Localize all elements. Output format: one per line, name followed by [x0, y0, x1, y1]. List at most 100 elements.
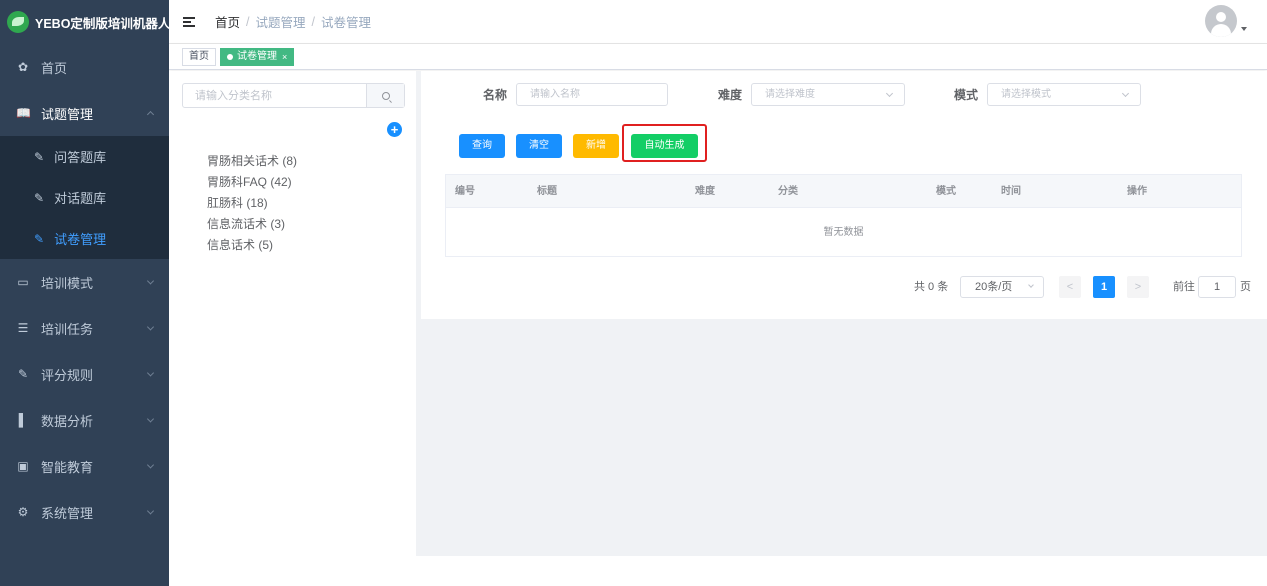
breadcrumb-exam-management: 试卷管理	[321, 16, 372, 30]
sidebar-item-label: 数据分析	[41, 413, 94, 429]
hamburger-icon[interactable]	[183, 16, 195, 27]
mode-select-placeholder: 请选择模式	[1001, 89, 1051, 100]
caret-down-icon[interactable]	[1241, 27, 1247, 31]
close-icon[interactable]: ×	[282, 49, 287, 65]
highlight-box	[622, 124, 707, 162]
sidebar-item-exam-management[interactable]: ✎ 试卷管理	[0, 218, 169, 259]
chevron-down-icon	[146, 415, 155, 423]
avatar[interactable]	[1205, 5, 1237, 37]
breadcrumb-separator: /	[246, 14, 250, 29]
tree-node[interactable]: 信息流话术 (3)	[207, 214, 297, 235]
chevron-down-icon	[1121, 89, 1130, 98]
logo[interactable]: YEBO定制版培训机器人	[0, 0, 170, 44]
column-header: 时间	[1001, 186, 1021, 197]
add-button[interactable]: 新增	[573, 134, 619, 158]
empty-text: 暂无数据	[823, 227, 864, 238]
list-icon: ☰	[17, 321, 29, 335]
page-suffix: 页	[1240, 281, 1251, 293]
page-size-select[interactable]: 20条/页	[960, 276, 1044, 298]
tag-exam-management[interactable]: 试卷管理 ×	[220, 47, 295, 66]
tag-home[interactable]: 首页	[182, 47, 216, 66]
breadcrumb-question-management: 试题管理	[255, 16, 306, 30]
difficulty-select-placeholder: 请选择难度	[765, 89, 815, 100]
category-tree: 胃肠相关话术 (8) 胃肠科FAQ (42) 肛肠科 (18) 信息流话术 (3…	[207, 151, 297, 256]
content-panel: 名称 请输入名称 难度 请选择难度 模式 请选择模式 查询 清空 新增 自动生成…	[421, 71, 1267, 319]
dashboard-icon: ✿	[17, 60, 29, 74]
chevron-down-icon	[885, 89, 894, 98]
monitor-icon: ▭	[17, 275, 29, 289]
difficulty-select[interactable]: 请选择难度	[751, 83, 905, 106]
leaf-logo-icon	[7, 11, 29, 33]
breadcrumb: 首页 / 试题管理 / 试卷管理	[215, 12, 371, 31]
next-page-button[interactable]: >	[1127, 276, 1149, 298]
sidebar-item-system-management[interactable]: ⚙ 系统管理	[0, 489, 169, 535]
sidebar-item-smart-education[interactable]: ▣ 智能教育	[0, 443, 169, 489]
chevron-up-icon	[146, 110, 155, 119]
tree-node[interactable]: 胃肠科FAQ (42)	[207, 172, 297, 193]
footer-strip	[169, 556, 1267, 586]
tree-node[interactable]: 胃肠相关话术 (8)	[207, 151, 297, 172]
query-button[interactable]: 查询	[459, 134, 505, 158]
exam-table: 编号 标题 难度 分类 模式 时间 操作 暂无数据	[445, 174, 1242, 257]
sidebar-item-label: 系统管理	[41, 505, 94, 521]
gear-icon: ⚙	[17, 505, 29, 519]
clear-button[interactable]: 清空	[516, 134, 562, 158]
sidebar-item-data-analysis[interactable]: ▌ 数据分析	[0, 397, 169, 443]
sidebar-item-label: 问答题库	[54, 150, 107, 165]
tree-node[interactable]: 肛肠科 (18)	[207, 193, 297, 214]
action-buttons: 查询 清空 新增 自动生成	[421, 134, 1267, 158]
jump-input[interactable]: 1	[1198, 276, 1236, 298]
category-search-button[interactable]	[366, 84, 404, 107]
name-label: 名称	[483, 88, 508, 102]
name-input[interactable]: 请输入名称	[516, 83, 668, 106]
sidebar-item-scoring-rules[interactable]: ✎ 评分规则	[0, 351, 169, 397]
chevron-down-icon	[146, 507, 155, 515]
page-number[interactable]: 1	[1093, 276, 1115, 298]
submenu-question-management: ✎ 问答题库 ✎ 对话题库 ✎ 试卷管理	[0, 136, 169, 259]
sidebar-item-label: 对话题库	[54, 191, 107, 206]
chevron-down-icon	[146, 461, 155, 469]
tags-view: 首页 试卷管理 ×	[169, 44, 1267, 70]
sidebar-item-home[interactable]: ✿ 首页	[0, 44, 169, 90]
sidebar-item-training-task[interactable]: ☰ 培训任务	[0, 305, 169, 351]
sidebar-item-dialog-bank[interactable]: ✎ 对话题库	[0, 177, 169, 218]
mode-select[interactable]: 请选择模式	[987, 83, 1141, 106]
breadcrumb-separator: /	[311, 14, 315, 29]
book-icon: 📖	[16, 106, 31, 120]
sidebar-item-label: 培训模式	[41, 275, 94, 291]
user-icon	[1216, 12, 1226, 22]
edit-icon: ✎	[34, 149, 45, 164]
category-search	[182, 83, 405, 108]
tree-node[interactable]: 信息话术 (5)	[207, 235, 297, 256]
navbar: 首页 / 试题管理 / 试卷管理	[169, 0, 1267, 44]
sidebar-item-qa-bank[interactable]: ✎ 问答题库	[0, 136, 169, 177]
page-size-value: 20条/页	[975, 281, 1013, 293]
chevron-down-icon	[146, 277, 155, 285]
sidebar-item-label: 试题管理	[41, 106, 94, 122]
column-header: 标题	[537, 186, 557, 197]
tag-label: 试卷管理	[237, 50, 277, 62]
pagination: 共 0 条 20条/页 < 1 > 前往 1 页	[421, 276, 1267, 298]
category-search-input[interactable]	[183, 84, 366, 107]
education-icon: ▣	[17, 459, 29, 473]
difficulty-label: 难度	[718, 88, 743, 102]
add-category-button[interactable]: +	[387, 122, 402, 137]
chevron-down-icon	[146, 323, 155, 331]
sidebar-item-question-management[interactable]: 📖 试题管理	[0, 90, 169, 136]
table-header: 编号 标题 难度 分类 模式 时间 操作	[446, 175, 1241, 208]
sidebar-item-label: 评分规则	[41, 367, 94, 383]
chevron-down-icon	[1028, 282, 1034, 288]
column-header: 编号	[455, 186, 475, 197]
chart-icon: ▌	[18, 413, 28, 427]
edit-icon: ✎	[17, 367, 29, 381]
column-header: 操作	[1127, 186, 1147, 197]
sidebar-item-training-mode[interactable]: ▭ 培训模式	[0, 259, 169, 305]
sidebar-item-label: 智能教育	[41, 459, 94, 475]
column-header: 分类	[778, 186, 798, 197]
sidebar-item-label: 试卷管理	[54, 232, 107, 247]
column-header: 难度	[695, 186, 715, 197]
pagination-total: 共 0 条	[914, 281, 949, 293]
name-input-placeholder: 请输入名称	[530, 89, 580, 100]
prev-page-button[interactable]: <	[1059, 276, 1081, 298]
breadcrumb-home[interactable]: 首页	[215, 12, 240, 31]
